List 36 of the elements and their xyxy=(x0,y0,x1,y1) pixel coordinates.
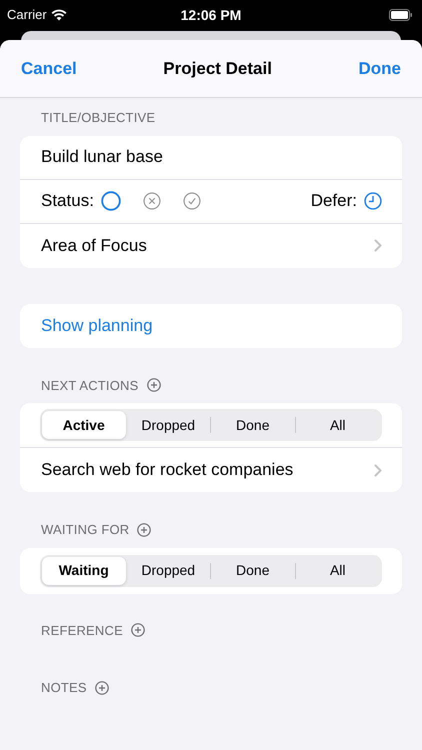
circle-icon[interactable] xyxy=(100,191,121,211)
chevron-icon xyxy=(374,464,382,476)
chevron-icon xyxy=(374,239,382,252)
section-header: NEXT ACTIONS xyxy=(41,376,139,394)
segment-tab[interactable]: All xyxy=(296,411,380,439)
segment-tab[interactable]: Done xyxy=(211,411,294,439)
add-icon[interactable] xyxy=(137,522,152,537)
segment-tab[interactable]: Done xyxy=(211,556,294,584)
show-planning-button[interactable]: Show planning xyxy=(41,312,153,338)
clock-time: 12:06 PM xyxy=(180,6,242,24)
segment-tab[interactable]: Dropped xyxy=(126,556,210,584)
status-label: Status: xyxy=(41,190,94,212)
add-icon[interactable] xyxy=(146,378,161,392)
screen-title: Project Detail xyxy=(163,58,272,80)
cancel-button[interactable]: Cancel xyxy=(21,56,77,82)
segment-tab[interactable]: Dropped xyxy=(126,411,210,439)
x-circle-icon[interactable] xyxy=(142,192,161,210)
project-title[interactable]: Build lunar base xyxy=(41,144,163,170)
add-icon[interactable] xyxy=(130,623,145,638)
defer-label: Defer: xyxy=(310,190,357,212)
wifi-icon xyxy=(50,9,67,21)
section-header: NOTES xyxy=(41,679,87,697)
section-header: TITLE/OBJECTIVE xyxy=(41,109,156,127)
area-of-focus-label[interactable]: Area of Focus xyxy=(41,232,147,258)
clock-icon[interactable] xyxy=(364,192,382,210)
battery-icon xyxy=(388,9,413,21)
segment-tab[interactable]: Waiting xyxy=(42,556,126,584)
segment-tab[interactable]: Active xyxy=(42,411,126,439)
checkmark-circle-icon[interactable] xyxy=(182,192,201,210)
action-item[interactable]: Search web for rocket companies xyxy=(41,457,294,483)
section-header: WAITING FOR xyxy=(41,521,130,539)
segment-tab[interactable]: All xyxy=(296,556,380,584)
section-header: REFERENCE xyxy=(41,622,123,640)
add-icon[interactable] xyxy=(94,680,109,695)
carrier-label: Carrier xyxy=(7,6,47,24)
done-button[interactable]: Done xyxy=(358,56,401,82)
